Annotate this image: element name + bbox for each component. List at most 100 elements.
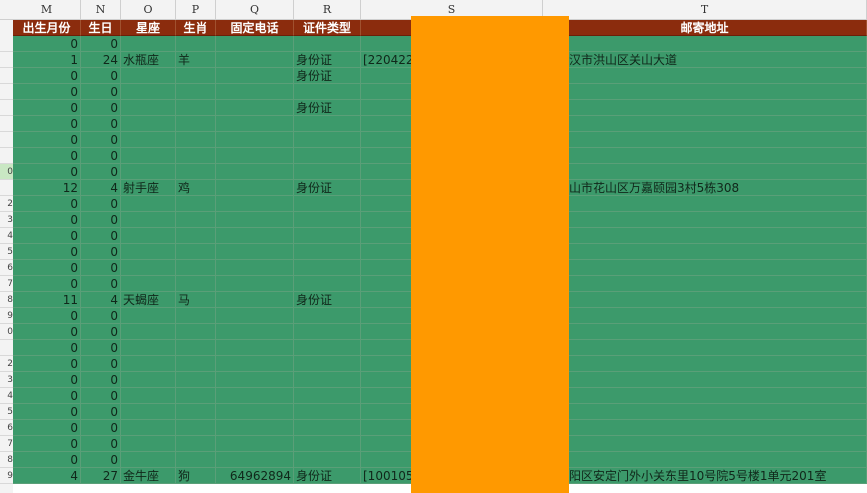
cell-p[interactable]	[176, 404, 216, 420]
cell-p[interactable]	[176, 452, 216, 468]
cell-n[interactable]: 0	[81, 436, 121, 452]
row-number[interactable]: 4	[0, 228, 13, 244]
cell-o[interactable]	[121, 420, 176, 436]
row-number[interactable]: 9	[0, 468, 13, 484]
cell-n[interactable]: 0	[81, 68, 121, 84]
cell-o[interactable]	[121, 452, 176, 468]
row-number[interactable]: 8	[0, 452, 13, 468]
cell-n[interactable]: 0	[81, 356, 121, 372]
header-cell-o[interactable]: 星座	[121, 20, 176, 36]
cell-q[interactable]	[216, 308, 294, 324]
cell-o[interactable]	[121, 340, 176, 356]
cell-q[interactable]	[216, 260, 294, 276]
cell-n[interactable]: 0	[81, 388, 121, 404]
cell-t[interactable]	[543, 100, 867, 116]
cell-t[interactable]	[543, 148, 867, 164]
cell-r[interactable]: 身份证	[294, 180, 361, 196]
cell-t[interactable]	[543, 356, 867, 372]
cell-m[interactable]: 1	[13, 52, 81, 68]
cell-o[interactable]	[121, 84, 176, 100]
cell-p[interactable]	[176, 244, 216, 260]
cell-m[interactable]: 0	[13, 244, 81, 260]
cell-p[interactable]	[176, 68, 216, 84]
cell-p[interactable]: 鸡	[176, 180, 216, 196]
row-number[interactable]: 2	[0, 356, 13, 372]
cell-r[interactable]	[294, 324, 361, 340]
row-number[interactable]: 6	[0, 420, 13, 436]
header-cell-t[interactable]: 邮寄地址	[543, 20, 867, 36]
cell-r[interactable]	[294, 84, 361, 100]
cell-r[interactable]	[294, 356, 361, 372]
cell-m[interactable]: 0	[13, 212, 81, 228]
cell-q[interactable]	[216, 388, 294, 404]
cell-r[interactable]	[294, 212, 361, 228]
cell-o[interactable]	[121, 116, 176, 132]
cell-q[interactable]	[216, 372, 294, 388]
cell-t[interactable]	[543, 116, 867, 132]
header-cell-q[interactable]: 固定电话	[216, 20, 294, 36]
cell-q[interactable]	[216, 228, 294, 244]
row-number[interactable]: 7	[0, 276, 13, 292]
column-header-m[interactable]: M	[13, 0, 81, 19]
cell-m[interactable]: 0	[13, 196, 81, 212]
cell-n[interactable]: 0	[81, 276, 121, 292]
cell-r[interactable]	[294, 404, 361, 420]
row-number[interactable]	[0, 84, 13, 100]
row-number[interactable]: 3	[0, 212, 13, 228]
cell-o[interactable]: 射手座	[121, 180, 176, 196]
cell-t[interactable]	[543, 132, 867, 148]
cell-m[interactable]: 0	[13, 116, 81, 132]
cell-t[interactable]: 市朝阳区安定门外小关东里10号院5号楼1单元201室	[543, 468, 867, 484]
row-number[interactable]	[0, 340, 13, 356]
cell-t[interactable]	[543, 36, 867, 52]
row-number[interactable]	[0, 132, 13, 148]
cell-m[interactable]: 0	[13, 260, 81, 276]
cell-r[interactable]: 身份证	[294, 468, 361, 484]
cell-r[interactable]: 身份证	[294, 68, 361, 84]
cell-q[interactable]	[216, 340, 294, 356]
cell-t[interactable]: 省武汉市洪山区关山大道	[543, 52, 867, 68]
cell-o[interactable]	[121, 308, 176, 324]
cell-p[interactable]	[176, 308, 216, 324]
cell-o[interactable]	[121, 68, 176, 84]
cell-n[interactable]: 4	[81, 292, 121, 308]
cell-r[interactable]	[294, 196, 361, 212]
cell-n[interactable]: 0	[81, 132, 121, 148]
cell-t[interactable]	[543, 308, 867, 324]
cell-p[interactable]	[176, 276, 216, 292]
cell-m[interactable]: 0	[13, 308, 81, 324]
cell-n[interactable]: 0	[81, 164, 121, 180]
cell-r[interactable]	[294, 36, 361, 52]
cell-n[interactable]: 24	[81, 52, 121, 68]
row-number[interactable]	[0, 68, 13, 84]
cell-t[interactable]	[543, 404, 867, 420]
cell-p[interactable]	[176, 388, 216, 404]
cell-m[interactable]: 0	[13, 436, 81, 452]
cell-m[interactable]: 0	[13, 356, 81, 372]
cell-p[interactable]: 马	[176, 292, 216, 308]
cell-n[interactable]: 27	[81, 468, 121, 484]
cell-r[interactable]	[294, 132, 361, 148]
cell-m[interactable]: 0	[13, 228, 81, 244]
cell-m[interactable]: 0	[13, 84, 81, 100]
cell-o[interactable]	[121, 100, 176, 116]
cell-p[interactable]	[176, 212, 216, 228]
cell-r[interactable]	[294, 436, 361, 452]
cell-o[interactable]: 金牛座	[121, 468, 176, 484]
cell-o[interactable]	[121, 404, 176, 420]
cell-m[interactable]: 0	[13, 276, 81, 292]
row-number[interactable]: 4	[0, 388, 13, 404]
cell-q[interactable]	[216, 420, 294, 436]
cell-m[interactable]: 0	[13, 404, 81, 420]
cell-t[interactable]	[543, 68, 867, 84]
row-number[interactable]: 9	[0, 308, 13, 324]
cell-o[interactable]	[121, 244, 176, 260]
cell-t[interactable]	[543, 260, 867, 276]
cell-t[interactable]	[543, 244, 867, 260]
cell-t[interactable]	[543, 452, 867, 468]
cell-p[interactable]	[176, 340, 216, 356]
cell-p[interactable]	[176, 148, 216, 164]
cell-m[interactable]: 0	[13, 36, 81, 52]
cell-n[interactable]: 4	[81, 180, 121, 196]
cell-t[interactable]	[543, 324, 867, 340]
